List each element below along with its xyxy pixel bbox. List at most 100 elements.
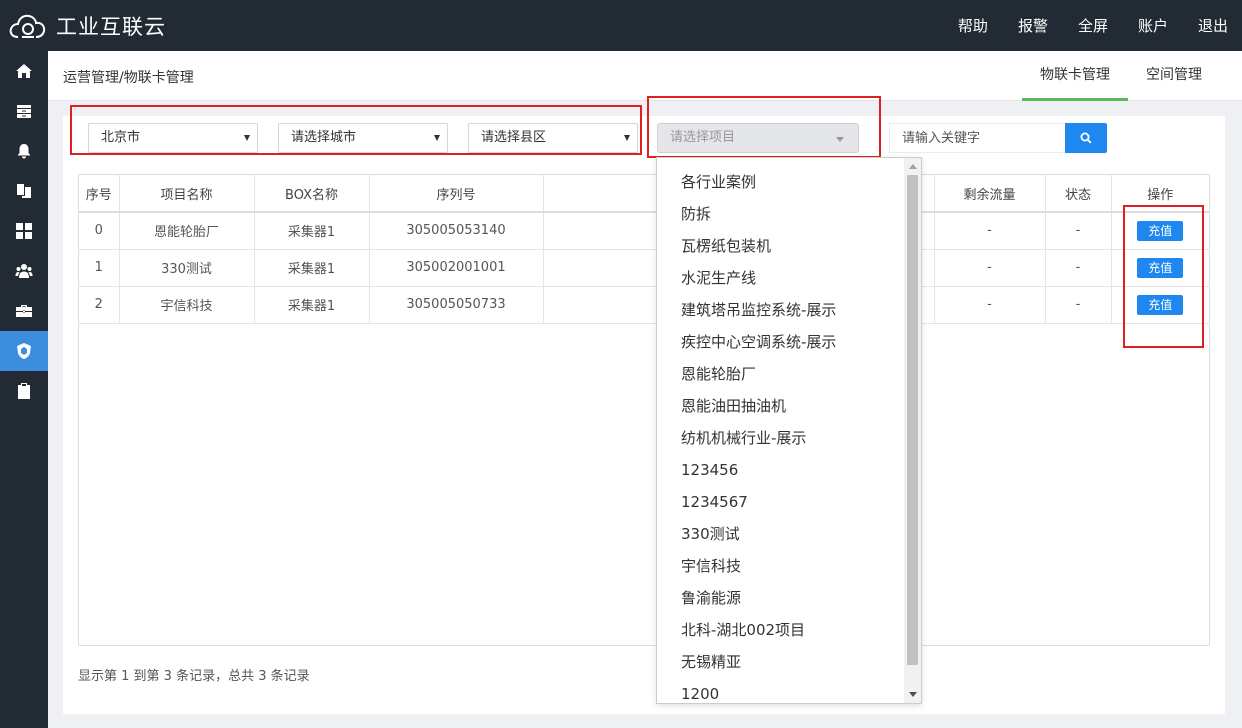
dropdown-option[interactable]: 疾控中心空调系统-展示 xyxy=(657,326,905,358)
cell-action: 充值 xyxy=(1111,249,1209,287)
sidebar-item-clipboard[interactable] xyxy=(0,371,48,411)
dropdown-option[interactable]: 1200 xyxy=(657,678,905,703)
col-header-index: 序号 xyxy=(79,175,120,213)
project-dropdown-list[interactable]: 各行业案例 防拆 瓦楞纸包装机 水泥生产线 建筑塔吊监控系统-展示 疾控中心空调… xyxy=(656,157,922,704)
col-header-action: 操作 xyxy=(1111,175,1209,213)
top-bar: 工业互联云 帮助 报警 全屏 账户 退出 xyxy=(0,0,1242,51)
fullscreen-link[interactable]: 全屏 xyxy=(1078,15,1108,36)
account-link[interactable]: 账户 xyxy=(1138,15,1168,36)
cell-remaining-data: - xyxy=(934,286,1046,324)
table-row: 2 宇信科技 采集器1 305005050733 8986040 - - 充值 xyxy=(79,286,1209,324)
cell-action: 充值 xyxy=(1111,212,1209,250)
province-select[interactable]: 北京市 xyxy=(88,123,258,153)
home-icon xyxy=(16,64,32,78)
dropdown-option[interactable]: 宇信科技 xyxy=(657,550,905,582)
cell-project: 恩能轮胎厂 xyxy=(119,212,255,250)
app-logo[interactable]: 工业互联云 xyxy=(8,10,166,42)
dropdown-option[interactable]: 防拆 xyxy=(657,198,905,230)
sidebar-item-briefcase[interactable] xyxy=(0,291,48,331)
dropdown-option[interactable]: 123456 xyxy=(657,454,905,486)
dropdown-option[interactable]: 1234567 xyxy=(657,486,905,518)
dropdown-option[interactable]: 水泥生产线 xyxy=(657,262,905,294)
dropdown-option[interactable]: 建筑塔吊监控系统-展示 xyxy=(657,294,905,326)
content-header: 运营管理/物联卡管理 物联卡管理 空间管理 xyxy=(48,51,1242,101)
cell-serial: 305002001001 xyxy=(369,249,544,287)
caret-down-icon xyxy=(244,135,250,141)
dropdown-option[interactable]: 330测试 xyxy=(657,518,905,550)
table-row: 0 恩能轮胎厂 采集器1 305005053140 8986044 - - 充值 xyxy=(79,212,1209,250)
cell-status: - xyxy=(1045,286,1112,324)
county-select-value: 请选择县区 xyxy=(481,130,547,145)
col-header-serial: 序列号 xyxy=(369,175,544,213)
dropdown-scrollbar[interactable] xyxy=(904,158,921,703)
scroll-up-icon[interactable] xyxy=(909,164,917,169)
archive-icon xyxy=(17,105,31,118)
scroll-down-icon[interactable] xyxy=(909,692,917,697)
cell-box: 采集器1 xyxy=(254,286,370,324)
alarm-link[interactable]: 报警 xyxy=(1018,15,1048,36)
dropdown-option[interactable]: 各行业案例 xyxy=(657,166,905,198)
project-select-value: 请选择项目 xyxy=(670,130,736,145)
dashboard-icon xyxy=(16,223,32,239)
users-icon xyxy=(15,264,33,278)
cell-status: - xyxy=(1045,249,1112,287)
keyword-input[interactable] xyxy=(889,123,1081,153)
sidebar-item-users[interactable] xyxy=(0,251,48,291)
cell-index: 1 xyxy=(79,249,120,287)
caret-down-icon xyxy=(434,135,440,141)
dropdown-option[interactable]: 无锡精亚 xyxy=(657,646,905,678)
sidebar-item-dashboard[interactable] xyxy=(0,211,48,251)
col-header-box: BOX名称 xyxy=(254,175,370,213)
tab-iot-card[interactable]: 物联卡管理 xyxy=(1022,51,1128,101)
search-icon xyxy=(1080,132,1092,144)
logout-link[interactable]: 退出 xyxy=(1198,15,1228,36)
province-select-value: 北京市 xyxy=(101,130,141,145)
app-title: 工业互联云 xyxy=(56,15,166,39)
dropdown-option[interactable]: 纺机机械行业-展示 xyxy=(657,422,905,454)
top-nav: 帮助 报警 全屏 账户 退出 xyxy=(928,0,1228,51)
copy-icon xyxy=(17,184,31,198)
col-header-remaining-data: 剩余流量 xyxy=(934,175,1046,213)
caret-down-icon xyxy=(836,137,844,142)
help-link[interactable]: 帮助 xyxy=(958,15,988,36)
table-row: 1 330测试 采集器1 305002001001 8986040 - - 充值 xyxy=(79,249,1209,287)
sidebar-item-shield[interactable] xyxy=(0,331,48,371)
col-header-status: 状态 xyxy=(1045,175,1112,213)
city-select-value: 请选择城市 xyxy=(291,130,357,145)
recharge-button[interactable]: 充值 xyxy=(1137,294,1184,315)
sidebar-item-copy[interactable] xyxy=(0,171,48,211)
cloud-logo-icon xyxy=(9,14,46,38)
cell-serial: 305005050733 xyxy=(369,286,544,324)
dropdown-option[interactable]: 恩能油田抽油机 xyxy=(657,390,905,422)
search-button[interactable] xyxy=(1065,123,1107,153)
dropdown-option[interactable]: 瓦楞纸包装机 xyxy=(657,230,905,262)
recharge-button[interactable]: 充值 xyxy=(1137,220,1184,241)
sidebar-item-archive[interactable] xyxy=(0,91,48,131)
cell-serial: 305005053140 xyxy=(369,212,544,250)
cell-action: 充值 xyxy=(1111,286,1209,324)
cell-index: 0 xyxy=(79,212,120,250)
dropdown-option[interactable]: 恩能轮胎厂 xyxy=(657,358,905,390)
scrollbar-thumb[interactable] xyxy=(907,175,918,665)
tab-bar: 物联卡管理 空间管理 xyxy=(1022,51,1242,101)
county-select[interactable]: 请选择县区 xyxy=(468,123,638,153)
sidebar-item-alarm[interactable] xyxy=(0,131,48,171)
iot-card-table: 序号 项目名称 BOX名称 序列号 剩余流量 状态 操作 0 恩能轮胎厂 采集器… xyxy=(78,174,1210,646)
cell-box: 采集器1 xyxy=(254,212,370,250)
pagination-summary: 显示第 1 到第 3 条记录，总共 3 条记录 xyxy=(78,669,310,684)
dropdown-option[interactable]: 鲁渝能源 xyxy=(657,582,905,614)
recharge-button[interactable]: 充值 xyxy=(1137,257,1184,278)
dropdown-option[interactable]: 北科-湖北002项目 xyxy=(657,614,905,646)
content-card: 北京市 请选择城市 请选择县区 请选择项目 序号 项目名称 xyxy=(63,116,1225,714)
clipboard-icon xyxy=(18,383,30,399)
cell-remaining-data: - xyxy=(934,249,1046,287)
project-select[interactable]: 请选择项目 xyxy=(657,123,859,153)
sidebar-item-home[interactable] xyxy=(0,51,48,91)
city-select[interactable]: 请选择城市 xyxy=(278,123,448,153)
main-content: 运营管理/物联卡管理 物联卡管理 空间管理 北京市 请选择城市 请选择县区 请选… xyxy=(48,51,1242,728)
breadcrumb: 运营管理/物联卡管理 xyxy=(63,70,194,86)
table-header-row: 序号 项目名称 BOX名称 序列号 剩余流量 状态 操作 xyxy=(79,175,1209,213)
shield-icon xyxy=(17,343,31,359)
sidebar xyxy=(0,51,48,728)
tab-space[interactable]: 空间管理 xyxy=(1128,51,1220,101)
